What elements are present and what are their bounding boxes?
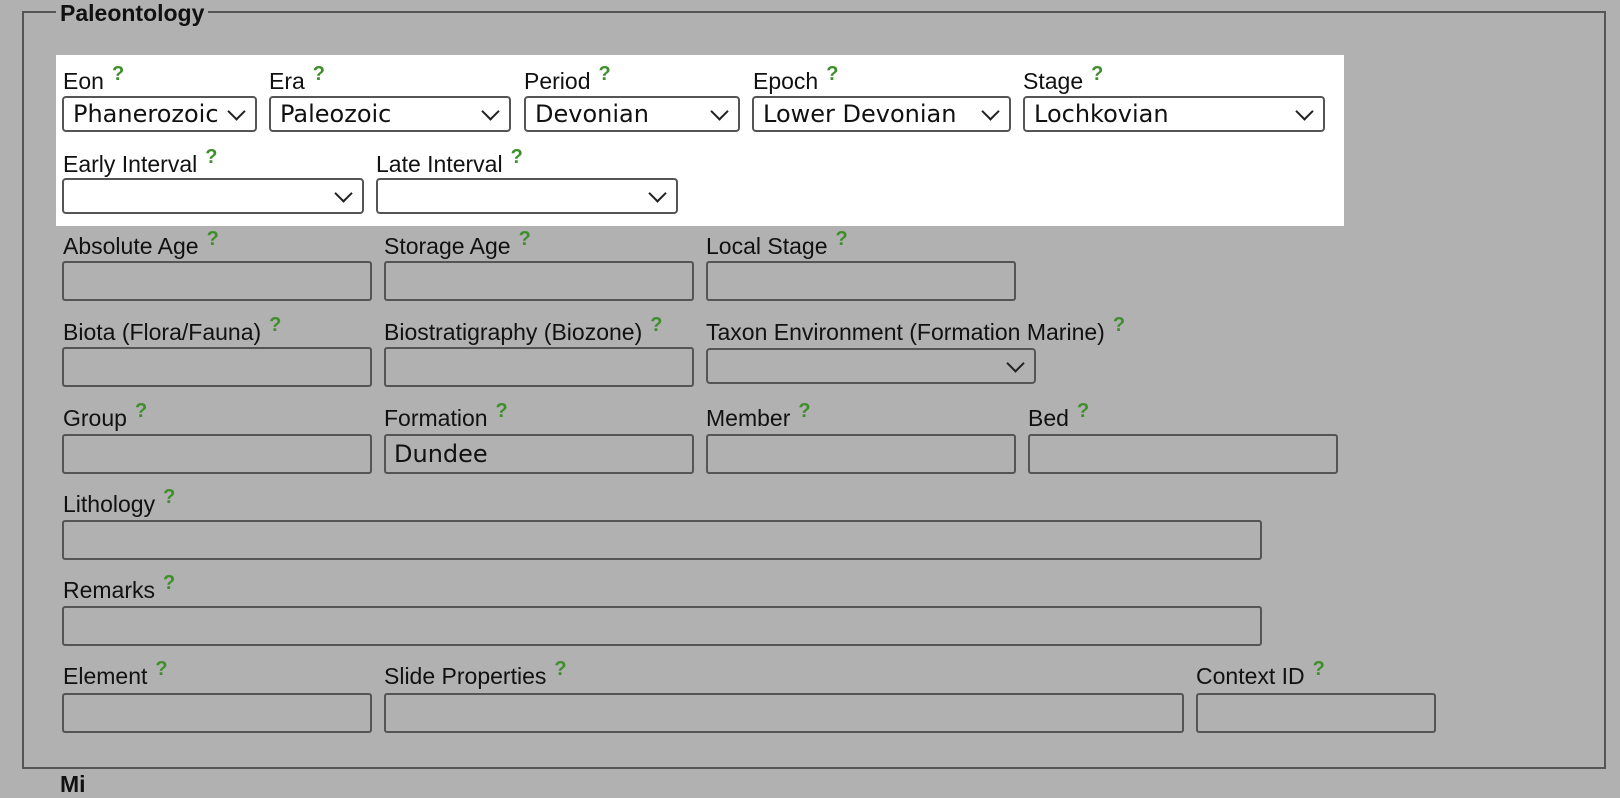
- epoch-select[interactable]: Lower Devonian: [752, 96, 1011, 132]
- period-label: Period?: [524, 63, 611, 94]
- taxon-environment-label: Taxon Environment (Formation Marine)?: [706, 314, 1126, 345]
- question-mark-icon[interactable]: ?: [598, 63, 610, 85]
- group-label: Group?: [63, 400, 148, 431]
- question-mark-icon[interactable]: ?: [112, 63, 124, 85]
- eon-select[interactable]: Phanerozoic: [62, 96, 257, 132]
- question-mark-icon[interactable]: ?: [313, 63, 325, 85]
- biostratigraphy-label: Biostratigraphy (Biozone)?: [384, 314, 663, 345]
- early-interval-label: Early Interval?: [63, 146, 218, 177]
- chevron-down-icon: [1006, 354, 1025, 373]
- lithology-input[interactable]: [62, 520, 1262, 560]
- early-interval-select[interactable]: [62, 178, 364, 214]
- context-id-label: Context ID?: [1196, 658, 1325, 689]
- next-section-title: Mi: [60, 771, 86, 797]
- absolute-age-label: Absolute Age?: [63, 228, 219, 259]
- question-mark-icon[interactable]: ?: [163, 572, 175, 594]
- question-mark-icon[interactable]: ?: [798, 400, 810, 422]
- local-stage-label: Local Stage?: [706, 228, 848, 259]
- late-interval-select[interactable]: [376, 178, 678, 214]
- question-mark-icon[interactable]: ?: [1091, 63, 1103, 85]
- period-select[interactable]: Devonian: [524, 96, 740, 132]
- eon-label: Eon?: [63, 63, 125, 94]
- member-input[interactable]: [706, 434, 1016, 474]
- biota-label: Biota (Flora/Fauna)?: [63, 314, 282, 345]
- chevron-down-icon: [981, 102, 1000, 121]
- chevron-down-icon: [227, 102, 246, 121]
- chevron-down-icon: [1295, 102, 1314, 121]
- member-label: Member?: [706, 400, 811, 431]
- era-select[interactable]: Paleozoic: [269, 96, 511, 132]
- question-mark-icon[interactable]: ?: [1313, 658, 1325, 680]
- stage-select[interactable]: Lochkovian: [1023, 96, 1325, 132]
- late-interval-label: Late Interval?: [376, 146, 523, 177]
- lithology-label: Lithology?: [63, 486, 176, 517]
- slide-properties-label: Slide Properties?: [384, 658, 567, 689]
- element-input[interactable]: [62, 693, 372, 733]
- remarks-label: Remarks?: [63, 572, 176, 603]
- era-label: Era?: [269, 63, 326, 94]
- absolute-age-input[interactable]: [62, 261, 372, 301]
- question-mark-icon[interactable]: ?: [163, 486, 175, 508]
- question-mark-icon[interactable]: ?: [835, 228, 847, 250]
- question-mark-icon[interactable]: ?: [554, 658, 566, 680]
- chevron-down-icon: [334, 184, 353, 203]
- element-label: Element?: [63, 658, 168, 689]
- slide-properties-input[interactable]: [384, 693, 1184, 733]
- question-mark-icon[interactable]: ?: [135, 400, 147, 422]
- biostratigraphy-input[interactable]: [384, 347, 694, 387]
- section-title: Paleontology: [56, 0, 209, 27]
- question-mark-icon[interactable]: ?: [496, 400, 508, 422]
- formation-input[interactable]: Dundee: [384, 434, 694, 474]
- chevron-down-icon: [710, 102, 729, 121]
- biota-input[interactable]: [62, 347, 372, 387]
- question-mark-icon[interactable]: ?: [826, 63, 838, 85]
- stage-label: Stage?: [1023, 63, 1104, 94]
- chevron-down-icon: [648, 184, 667, 203]
- question-mark-icon[interactable]: ?: [519, 228, 531, 250]
- question-mark-icon[interactable]: ?: [511, 146, 523, 168]
- remarks-input[interactable]: [62, 606, 1262, 646]
- taxon-environment-select[interactable]: [706, 348, 1036, 384]
- question-mark-icon[interactable]: ?: [269, 314, 281, 336]
- question-mark-icon[interactable]: ?: [650, 314, 662, 336]
- formation-label: Formation?: [384, 400, 508, 431]
- question-mark-icon[interactable]: ?: [1113, 314, 1125, 336]
- question-mark-icon[interactable]: ?: [205, 146, 217, 168]
- local-stage-input[interactable]: [706, 261, 1016, 301]
- context-id-input[interactable]: [1196, 693, 1436, 733]
- group-input[interactable]: [62, 434, 372, 474]
- question-mark-icon[interactable]: ?: [155, 658, 167, 680]
- epoch-label: Epoch?: [753, 63, 839, 94]
- storage-age-label: Storage Age?: [384, 228, 531, 259]
- chevron-down-icon: [481, 102, 500, 121]
- question-mark-icon[interactable]: ?: [1077, 400, 1089, 422]
- bed-input[interactable]: [1028, 434, 1338, 474]
- question-mark-icon[interactable]: ?: [207, 228, 219, 250]
- storage-age-input[interactable]: [384, 261, 694, 301]
- bed-label: Bed?: [1028, 400, 1090, 431]
